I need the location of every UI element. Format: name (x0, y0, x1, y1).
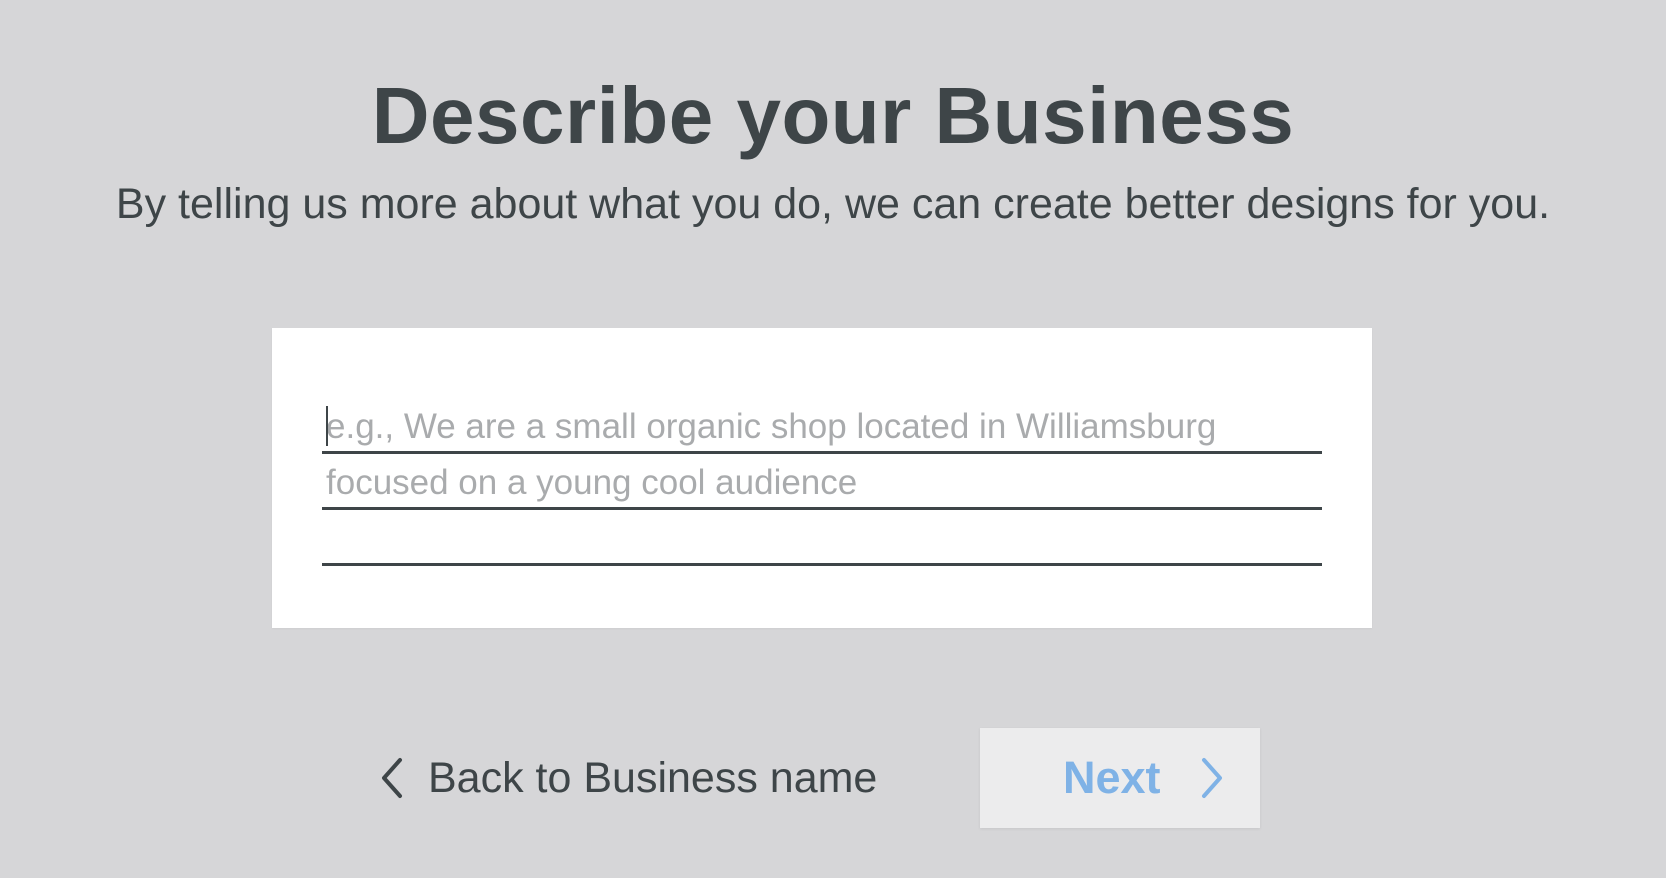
next-button-label: Next (1063, 752, 1161, 803)
ruled-line-2 (322, 507, 1322, 510)
description-placeholder-line-1: e.g., We are a small organic shop locate… (326, 407, 1217, 446)
description-card: e.g., We are a small organic shop locate… (272, 328, 1372, 628)
chevron-left-icon (382, 758, 402, 798)
ruled-line-1 (322, 451, 1322, 454)
back-link-label: Back to Business name (428, 754, 878, 802)
text-cursor (326, 406, 328, 446)
business-description-input[interactable]: e.g., We are a small organic shop locate… (322, 358, 1322, 566)
description-placeholder-line-2: focused on a young cool audience (326, 463, 858, 502)
page-subtitle: By telling us more about what you do, we… (115, 180, 1551, 228)
next-button[interactable]: Next (980, 728, 1260, 828)
back-to-business-name-link[interactable]: Back to Business name (378, 750, 877, 806)
ruled-line-3 (322, 563, 1322, 566)
chevron-right-icon (1202, 758, 1222, 798)
page-title: Describe your Business (371, 71, 1295, 160)
